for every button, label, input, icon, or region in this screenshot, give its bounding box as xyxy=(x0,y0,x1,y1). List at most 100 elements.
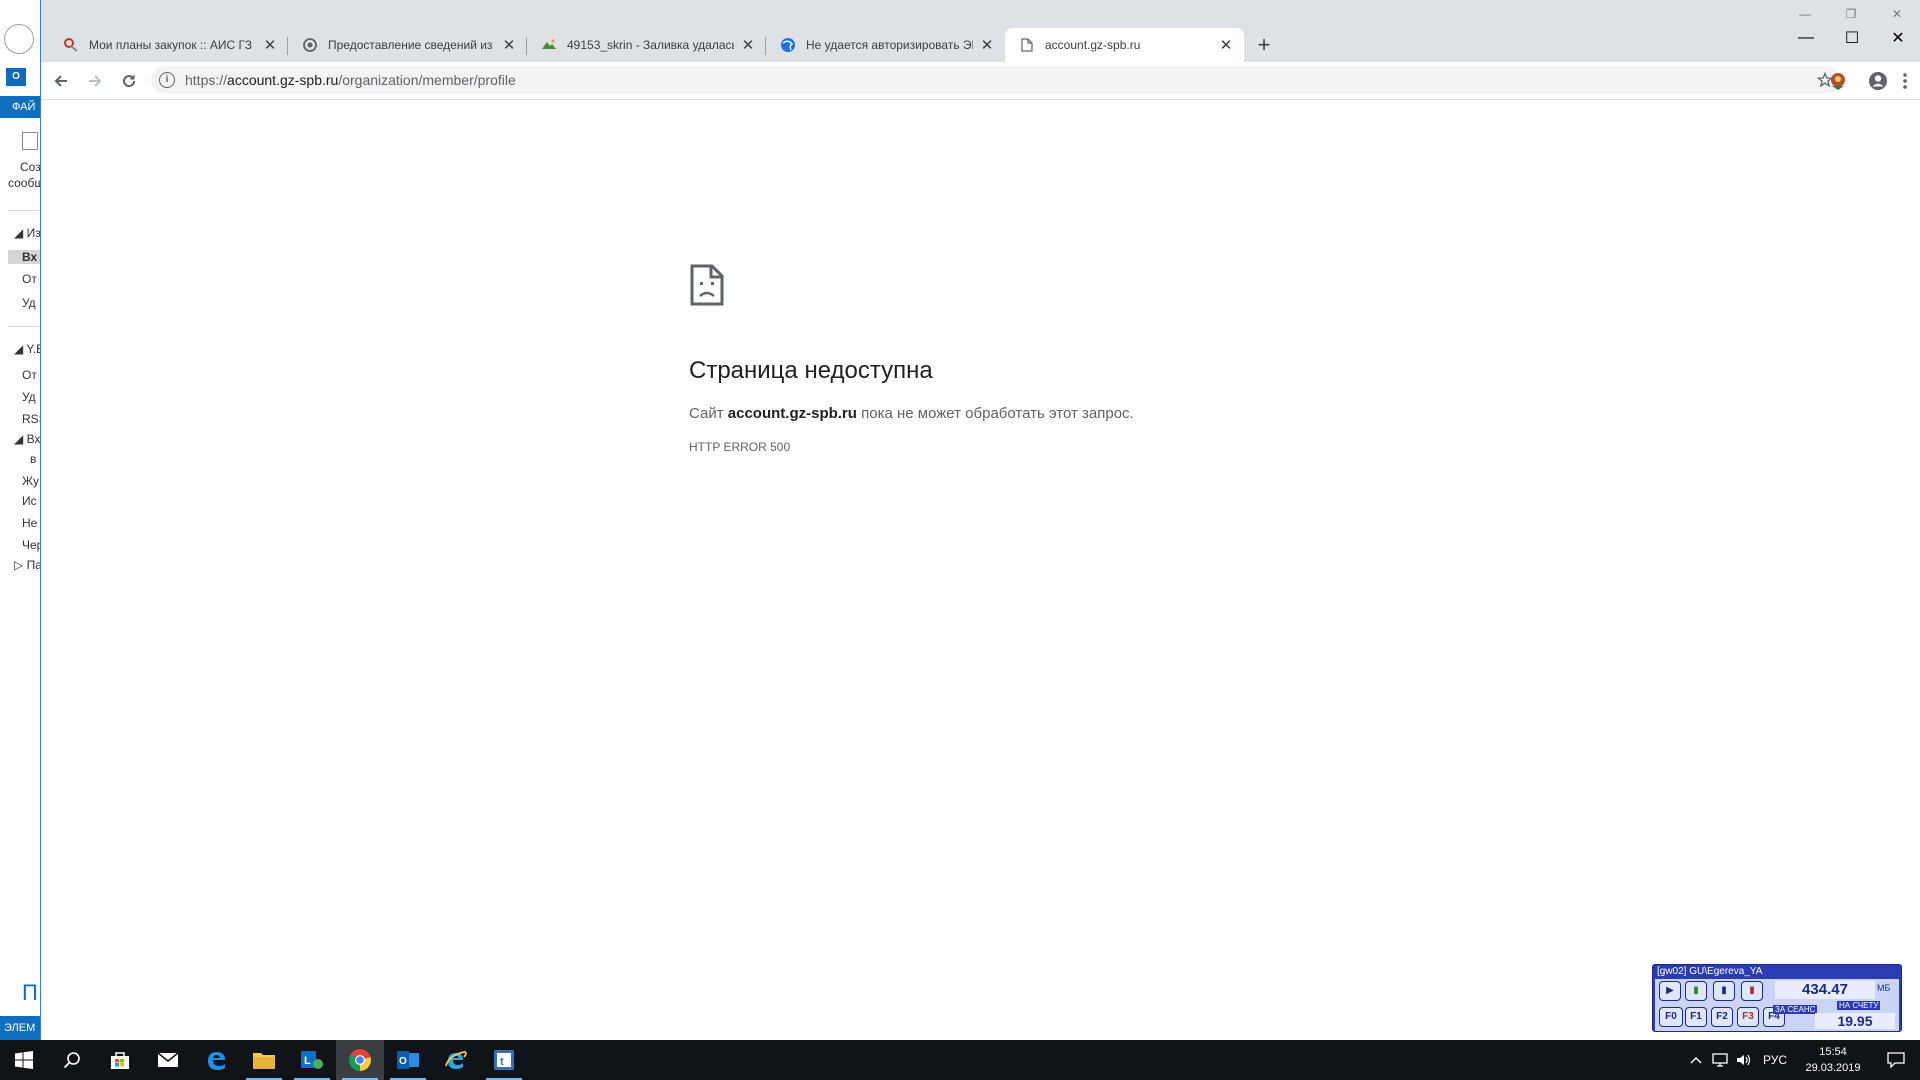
tab-title: account.gz-spb.ru xyxy=(1045,38,1141,52)
f0-button[interactable]: F0 xyxy=(1659,1007,1683,1027)
folder-item[interactable]: RSS xyxy=(22,412,41,426)
background-window-controls: — ❐ ✕ xyxy=(1782,0,1920,28)
error-description: Сайт account.gz-spb.ru пока не может обр… xyxy=(689,405,1134,422)
tab-ecp[interactable]: Не удается авторизировать ЭЦ ✕ xyxy=(766,28,1005,62)
folder-item[interactable]: Чер xyxy=(22,538,41,552)
error-heading: Страница недоступна xyxy=(689,357,933,384)
folder-item[interactable]: Жу xyxy=(22,474,39,488)
folder-item[interactable]: ▷ Па xyxy=(14,558,41,572)
file-tab[interactable]: ФАЙ xyxy=(0,96,41,118)
tab-title: Предоставление сведений из Е xyxy=(328,38,495,52)
browser-window: Мои планы закупок :: АИС ГЗ ✕ Предоставл… xyxy=(40,0,1920,1040)
language-indicator[interactable]: РУС xyxy=(1756,1053,1794,1067)
new-message-label-2[interactable]: сообщ xyxy=(8,176,41,190)
new-tab-button[interactable]: + xyxy=(1250,31,1278,59)
error-host: account.gz-spb.ru xyxy=(727,405,857,422)
folder-item[interactable]: ◢ Из xyxy=(14,226,41,240)
folder-item[interactable]: в xyxy=(30,452,36,466)
close-button[interactable]: ✕ xyxy=(1875,24,1920,52)
address-bar[interactable]: i https://account.gz-spb.ru/organization… xyxy=(151,66,1841,94)
minimize-button[interactable]: — xyxy=(1782,0,1828,28)
f2-button[interactable]: F2 xyxy=(1711,1007,1733,1027)
volume-icon[interactable] xyxy=(1732,1040,1756,1080)
tab-title: Мои планы закупок :: АИС ГЗ xyxy=(89,38,253,52)
folder-item[interactable]: Уд xyxy=(22,390,36,404)
folder-item[interactable]: Уд xyxy=(22,296,36,310)
back-button[interactable] xyxy=(47,67,75,95)
edge-icon[interactable] xyxy=(192,1040,240,1080)
tab-strip: Мои планы закупок :: АИС ГЗ ✕ Предоставл… xyxy=(49,28,1278,62)
folder-item[interactable]: Не xyxy=(22,516,37,530)
close-icon[interactable]: ✕ xyxy=(979,37,995,54)
clock-date: 29.03.2019 xyxy=(1805,1062,1861,1074)
outlook-icon[interactable]: O xyxy=(384,1040,432,1080)
folder-item[interactable]: ◢ Y.E xyxy=(14,342,41,356)
folder-item[interactable]: От xyxy=(22,368,37,382)
close-icon[interactable]: ✕ xyxy=(501,37,517,54)
play-icon[interactable]: ▶ xyxy=(1659,981,1681,1001)
close-icon[interactable]: ✕ xyxy=(740,37,756,54)
profile-icon[interactable] xyxy=(1867,70,1889,92)
error-page: Страница недоступна Сайт account.gz-spb.… xyxy=(41,101,1920,1040)
people-icon[interactable]: П xyxy=(22,980,38,1006)
info-icon[interactable]: i xyxy=(159,72,175,88)
restore-button[interactable]: ❐ xyxy=(1828,0,1874,28)
search-icon[interactable] xyxy=(48,1040,96,1080)
minimize-button[interactable]: — xyxy=(1783,24,1829,52)
extension-icon[interactable] xyxy=(1827,70,1849,92)
balance-value: 19.95 xyxy=(1815,1013,1895,1029)
green-trash-icon[interactable]: ▮ xyxy=(1685,981,1707,1001)
sad-page-icon xyxy=(689,263,725,307)
forward-button[interactable] xyxy=(81,67,109,95)
f1-button[interactable]: F1 xyxy=(1685,1007,1707,1027)
chevron-up-icon[interactable] xyxy=(1684,1040,1708,1080)
folder-item[interactable]: Ис xyxy=(22,494,37,508)
notification-icon[interactable] xyxy=(1872,1040,1920,1080)
account-label: НА СЧЕТУ xyxy=(1837,1001,1881,1010)
explorer-icon[interactable] xyxy=(240,1040,288,1080)
svg-text:O: O xyxy=(399,1056,407,1067)
ie-icon[interactable] xyxy=(432,1040,480,1080)
f3-button[interactable]: F3 xyxy=(1737,1007,1759,1027)
clock-time: 15:54 xyxy=(1819,1046,1847,1058)
outlook-logo-icon: O xyxy=(6,68,26,86)
maximize-button[interactable]: ☐ xyxy=(1829,24,1875,52)
app-icon[interactable]: t xyxy=(480,1040,528,1080)
traffic-widget[interactable]: [gw02] GU\Egereva_YA ▶ ▮ ▮ ▮ 434.47 МБ F… xyxy=(1652,964,1902,1032)
url-text[interactable]: https://account.gz-spb.ru/organization/m… xyxy=(185,72,516,88)
folder-item[interactable]: ◢ Вхо xyxy=(14,432,41,446)
session-label: ЗА СЕАНС xyxy=(1773,1005,1818,1014)
ie-globe-icon xyxy=(780,37,796,53)
system-tray: РУС 15:54 29.03.2019 xyxy=(1684,1040,1920,1080)
tab-ais-gz[interactable]: Мои планы закупок :: АИС ГЗ ✕ xyxy=(49,28,288,62)
folder-item-inbox[interactable]: Вх xyxy=(8,250,41,264)
image-host-icon xyxy=(541,37,557,53)
new-message-label[interactable]: Соз xyxy=(20,160,41,174)
tab-egrul[interactable]: Предоставление сведений из Е ✕ xyxy=(288,28,527,62)
close-button[interactable]: ✕ xyxy=(1874,0,1920,28)
folder-item[interactable]: От xyxy=(22,272,37,286)
store-icon[interactable] xyxy=(96,1040,144,1080)
ais-gz-icon xyxy=(63,37,79,53)
back-icon[interactable] xyxy=(4,24,34,54)
tab-account-gz-spb[interactable]: account.gz-spb.ru ✕ xyxy=(1005,28,1244,62)
blue-trash-icon[interactable]: ▮ xyxy=(1713,981,1735,1001)
svg-text:L: L xyxy=(304,1055,311,1067)
red-trash-icon[interactable]: ▮ xyxy=(1741,981,1763,1001)
page-icon xyxy=(1019,37,1035,53)
close-icon[interactable]: ✕ xyxy=(262,37,278,54)
reload-button[interactable] xyxy=(115,67,143,95)
new-message-icon[interactable] xyxy=(22,132,38,150)
traffic-value: 434.47 xyxy=(1775,981,1875,999)
close-icon[interactable]: ✕ xyxy=(1218,37,1234,54)
clock[interactable]: 15:54 29.03.2019 xyxy=(1794,1044,1872,1076)
network-icon[interactable] xyxy=(1708,1040,1732,1080)
menu-icon[interactable] xyxy=(1897,70,1913,92)
chrome-icon[interactable] xyxy=(336,1040,384,1080)
tab-title: 49153_skrin - Заливка удалась - xyxy=(567,38,734,52)
start-icon[interactable] xyxy=(0,1040,48,1080)
mail-icon[interactable] xyxy=(144,1040,192,1080)
error-code: HTTP ERROR 500 xyxy=(689,440,791,454)
tab-skrin[interactable]: 49153_skrin - Заливка удалась - ✕ xyxy=(527,28,766,62)
lync-icon[interactable]: L xyxy=(288,1040,336,1080)
